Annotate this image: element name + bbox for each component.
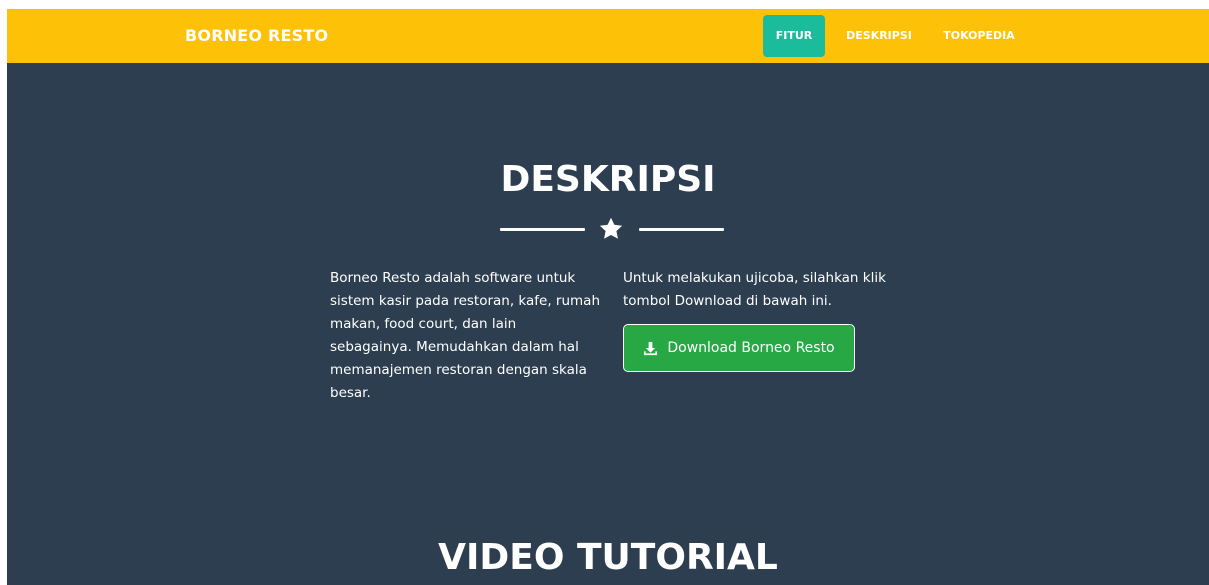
video-tutorial-title: VIDEO TUTORIAL	[438, 537, 778, 578]
navbar: BORNEO RESTO FITUR DESKRIPSI TOKOPEDIA	[7, 9, 1209, 63]
deskripsi-title: DESKRIPSI	[500, 159, 716, 200]
download-button[interactable]: Download Borneo Resto	[623, 324, 855, 372]
deskripsi-text-left: Borneo Resto adalah software untuk siste…	[330, 270, 600, 401]
download-button-label: Download Borneo Resto	[667, 340, 835, 356]
nav-item-tokopedia[interactable]: TOKOPEDIA	[933, 15, 1025, 57]
page-viewport: BORNEO RESTO FITUR DESKRIPSI TOKOPEDIA D…	[7, 9, 1209, 585]
deskripsi-text-right: Untuk melakukan ujicoba, silahkan klik t…	[623, 270, 886, 309]
star-icon	[599, 217, 623, 239]
divider-line-left	[500, 228, 585, 231]
nav-item-fitur[interactable]: FITUR	[763, 15, 825, 57]
download-icon	[644, 341, 658, 355]
divider-line-right	[639, 228, 724, 231]
nav-item-deskripsi[interactable]: DESKRIPSI	[836, 15, 922, 57]
brand-logo[interactable]: BORNEO RESTO	[185, 26, 328, 45]
